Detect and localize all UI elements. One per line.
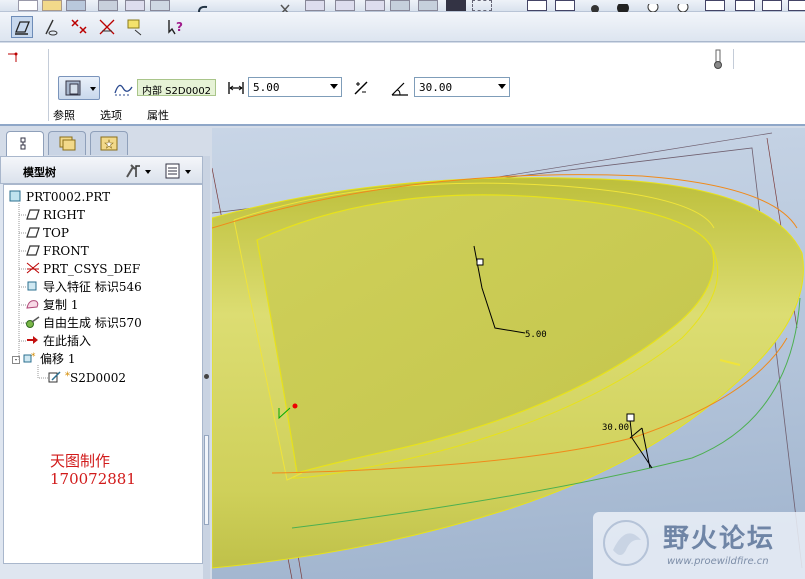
navigator-panel: 模型树 PRT0002.PRT RIGHT TOP FRONT PRT_CSYS (0, 128, 210, 579)
tab-options[interactable]: 选项 (100, 107, 122, 123)
offset-type-dropdown[interactable] (58, 76, 100, 100)
sketch-reference-icon (113, 79, 133, 97)
tree-connector-lines (18, 203, 48, 379)
regenerate-icon[interactable] (390, 0, 410, 11)
csys-origin-icon (292, 403, 298, 409)
edge-select-icon[interactable] (40, 16, 62, 38)
annotation-select-icon[interactable] (124, 16, 146, 38)
open-icon[interactable] (42, 0, 62, 11)
context-help-icon[interactable]: ? (165, 16, 187, 38)
splitter-grip-icon[interactable] (204, 374, 209, 379)
secondary-toolbar: ? (0, 12, 805, 42)
shading-icon[interactable] (613, 0, 633, 14)
chevron-down-icon[interactable] (498, 84, 506, 89)
point-select-icon[interactable] (68, 16, 90, 38)
dashboard-pin-icon[interactable] (6, 49, 22, 65)
tab-properties[interactable]: 属性 (147, 107, 169, 123)
thickness-value: 5.00 (253, 81, 280, 94)
dashboard-separator-right (733, 49, 734, 69)
sketch-reference-field[interactable]: 内部 S2D0002 (137, 79, 217, 97)
thickness-dim-label[interactable]: 5.00 (525, 330, 547, 340)
author-watermark-line1: 天图制作 (50, 452, 111, 470)
link-icon[interactable] (150, 0, 170, 11)
proe-window: ? 内部 S2D0002 5.00 30.00 参照 选项 属性 模型树 PRT… (0, 0, 805, 579)
paste-special-icon[interactable] (365, 0, 385, 11)
print-icon[interactable] (98, 0, 118, 11)
tree-settings-icon[interactable] (123, 161, 153, 181)
regen-manager-icon[interactable] (418, 0, 438, 11)
new-icon[interactable] (18, 0, 38, 11)
undo-icon[interactable] (195, 0, 215, 13)
chevron-down-icon[interactable] (330, 84, 338, 89)
save-icon[interactable] (66, 0, 86, 11)
saved-views-icon[interactable] (762, 0, 782, 11)
pause-thermometer-icon[interactable] (711, 48, 725, 70)
svg-text:?: ? (176, 20, 183, 34)
splitter-thumb[interactable] (204, 435, 209, 525)
thickness-input[interactable]: 5.00 (248, 77, 342, 97)
refit-icon[interactable] (705, 0, 725, 11)
layers-icon[interactable] (788, 0, 805, 11)
select-box-icon[interactable] (472, 0, 492, 11)
tree-show-icon[interactable] (163, 161, 195, 181)
smart-filter-icon[interactable] (11, 16, 33, 38)
axis-display-icon[interactable] (555, 0, 575, 11)
spin-center-icon[interactable] (585, 0, 605, 13)
model-tree: PRT0002.PRT RIGHT TOP FRONT PRT_CSYS_DEF… (3, 184, 203, 564)
cut-icon[interactable] (275, 0, 295, 15)
thickness-drag-handle[interactable] (476, 258, 484, 266)
logo-text: 野火论坛 (663, 524, 776, 554)
panel-splitter[interactable] (203, 156, 210, 579)
logo-emblem-icon (601, 518, 651, 568)
paste-icon[interactable] (335, 0, 355, 11)
copy-icon[interactable] (305, 0, 325, 11)
thickness-icon (227, 80, 245, 96)
binoculars-icon[interactable] (446, 0, 466, 11)
tab-model-tree[interactable] (6, 131, 44, 157)
main-toolbar (0, 0, 805, 15)
datum-display-icon[interactable] (527, 0, 547, 11)
angle-value: 30.00 (419, 81, 453, 94)
tab-references[interactable]: 参照 (53, 107, 75, 123)
tab-folder-browser[interactable] (48, 131, 86, 155)
navigator-tabs (0, 128, 210, 157)
tab-favorites[interactable] (90, 131, 128, 155)
author-watermark: 天图制作 170072881 (50, 452, 136, 488)
author-watermark-line2: 170072881 (50, 470, 136, 488)
dashboard-separator (48, 49, 49, 121)
angle-drag-handle[interactable] (626, 413, 635, 422)
flip-direction-icon[interactable] (351, 78, 371, 98)
draft-angle-icon (390, 79, 410, 97)
csys-select-icon[interactable] (96, 16, 118, 38)
zoom-in-icon[interactable] (645, 0, 665, 13)
angle-input[interactable]: 30.00 (414, 77, 510, 97)
model-tree-header: 模型树 (0, 156, 203, 184)
email-icon[interactable] (125, 0, 145, 11)
forum-logo: 野火论坛 www.proewildfire.cn (593, 512, 805, 579)
reorient-icon[interactable] (735, 0, 755, 11)
angle-dim-label[interactable]: 30.00 (602, 423, 629, 433)
offset-dashboard: 内部 S2D0002 5.00 30.00 参照 选项 属性 (0, 43, 805, 126)
model-tree-title: 模型树 (23, 166, 56, 179)
zoom-out-icon[interactable] (675, 0, 695, 13)
logo-url: www.proewildfire.cn (667, 556, 769, 567)
